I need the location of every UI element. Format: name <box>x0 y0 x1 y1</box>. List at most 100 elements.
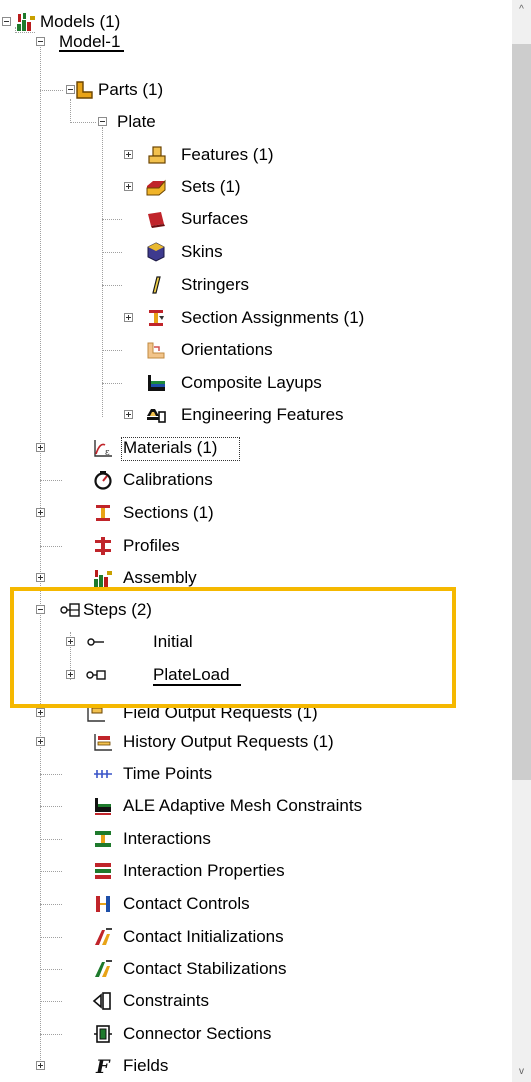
parts-icon <box>76 81 93 99</box>
expand-toggle[interactable] <box>36 708 45 717</box>
expand-toggle[interactable] <box>36 737 45 746</box>
time-points-icon <box>94 770 112 778</box>
tree-item-calibrations[interactable]: Calibrations <box>0 464 300 496</box>
tree-item-label: Interactions <box>123 829 211 848</box>
stringers-icon <box>152 276 161 294</box>
tree-item-label: Features (1) <box>181 145 274 164</box>
tree-item-label: Time Points <box>123 764 213 783</box>
collapse-toggle[interactable] <box>2 17 11 26</box>
tree-item-constraints[interactable]: Constraints <box>0 985 300 1017</box>
ale-icon <box>95 798 111 815</box>
interactions-icon <box>95 831 111 847</box>
tree-item-parts[interactable]: Parts (1) <box>0 74 220 106</box>
contact-stabilizations-icon <box>95 960 112 977</box>
expand-toggle[interactable] <box>124 150 133 159</box>
orientations-icon <box>147 342 165 359</box>
surfaces-icon <box>148 212 165 228</box>
tree-item-engineering-features[interactable]: Engineering Features <box>0 399 400 431</box>
tree-item-label: Calibrations <box>123 470 213 489</box>
tree-item-label: Composite Layups <box>181 373 322 392</box>
tree-item-label: Skins <box>181 242 223 261</box>
tree-item-label: Parts (1) <box>98 80 164 99</box>
tree-item-label: Interaction Properties <box>123 861 285 880</box>
tree-item-stringers[interactable]: Stringers <box>0 269 300 301</box>
tree-item-surfaces[interactable]: Surfaces <box>0 203 300 235</box>
connector-sections-icon <box>94 1025 112 1043</box>
tree-item-label: Plate <box>117 112 156 131</box>
tree-item-time-points[interactable]: Time Points <box>0 758 300 790</box>
tree-item-sets[interactable]: Sets (1) <box>0 171 300 203</box>
tree-item-orientations[interactable]: Orientations <box>0 334 300 366</box>
tree-item-sections[interactable]: Sections (1) <box>0 497 300 529</box>
tree-item-section-assignments[interactable]: Section Assignments (1) <box>0 302 400 334</box>
vertical-scrollbar[interactable]: ^ v <box>512 0 531 1082</box>
materials-icon: ε <box>94 440 112 458</box>
tree-item-label: History Output Requests (1) <box>123 732 334 751</box>
tree-item-label: Contact Initializations <box>123 927 284 946</box>
tree-item-plate[interactable]: Plate <box>0 106 220 138</box>
tree-item-composite-layups[interactable]: Composite Layups <box>0 367 322 399</box>
expand-toggle[interactable] <box>36 573 45 582</box>
tree-item-history-output-requests[interactable]: History Output Requests (1) <box>0 726 400 758</box>
interaction-properties-icon <box>95 863 111 879</box>
collapse-toggle[interactable] <box>36 37 45 46</box>
tree-item-label: Stringers <box>181 275 250 294</box>
active-model-underline <box>59 50 124 52</box>
sets-icon <box>146 179 166 196</box>
tree-item-label: Sets (1) <box>181 177 241 196</box>
scroll-down-arrow-icon[interactable]: v <box>512 1062 531 1082</box>
profiles-icon <box>95 537 111 555</box>
tree-item-label: Section Assignments (1) <box>181 308 365 327</box>
model-tree: Models (1) Model-1 Parts (1) Plate Featu… <box>0 0 512 1082</box>
tree-item-label: Model-1 <box>59 32 121 51</box>
tree-item-ale-adaptive-mesh-constraints[interactable]: ALE Adaptive Mesh Constraints <box>0 790 420 822</box>
expand-toggle[interactable] <box>124 313 133 322</box>
focus-rectangle <box>121 437 240 461</box>
tree-item-label: Sections (1) <box>123 503 214 522</box>
tree-item-model-1[interactable]: Model-1 <box>0 26 220 58</box>
scroll-up-arrow-icon[interactable]: ^ <box>512 0 531 20</box>
tree-item-connector-sections[interactable]: Connector Sections <box>0 1018 320 1050</box>
tree-item-label: Engineering Features <box>181 405 344 424</box>
tree-item-fields[interactable]: F Fields <box>0 1050 300 1082</box>
tree-item-contact-controls[interactable]: Contact Controls <box>0 888 300 920</box>
tree-item-label: Constraints <box>123 991 209 1010</box>
section-assignments-icon <box>149 310 164 326</box>
tree-item-label: Contact Stabilizations <box>123 959 287 978</box>
fields-icon: F <box>95 1056 111 1077</box>
assembly-icon <box>94 570 112 587</box>
engineering-features-icon <box>147 409 166 423</box>
tree-item-label: Profiles <box>123 536 180 555</box>
sections-icon <box>96 505 110 521</box>
tree-item-contact-stabilizations[interactable]: Contact Stabilizations <box>0 953 340 985</box>
tree-item-label: Surfaces <box>181 209 249 228</box>
contact-initializations-icon <box>95 928 112 945</box>
steps-highlight-box <box>10 587 456 708</box>
contact-controls-icon <box>96 896 110 912</box>
expand-toggle[interactable] <box>36 1061 45 1070</box>
tree-item-label: Orientations <box>181 340 273 359</box>
tree-item-label: ALE Adaptive Mesh Constraints <box>123 796 363 815</box>
tree-item-profiles[interactable]: Profiles <box>0 530 300 562</box>
tree-item-features[interactable]: Features (1) <box>0 139 300 171</box>
tree-item-interaction-properties[interactable]: Interaction Properties <box>0 855 340 887</box>
svg-text:F: F <box>95 1056 111 1077</box>
tree-item-label: Contact Controls <box>123 894 250 913</box>
constraints-icon <box>92 992 111 1010</box>
tree-item-label: Connector Sections <box>123 1024 272 1043</box>
expand-toggle[interactable] <box>36 508 45 517</box>
tree-item-contact-initializations[interactable]: Contact Initializations <box>0 921 340 953</box>
expand-toggle[interactable] <box>36 443 45 452</box>
history-output-icon <box>94 734 112 751</box>
features-icon <box>148 146 166 164</box>
composite-layups-icon <box>148 375 165 391</box>
skins-icon <box>147 242 165 262</box>
tree-item-label: Fields <box>123 1056 169 1075</box>
collapse-toggle[interactable] <box>98 117 107 126</box>
expand-toggle[interactable] <box>124 410 133 419</box>
expand-toggle[interactable] <box>124 182 133 191</box>
tree-item-interactions[interactable]: Interactions <box>0 823 300 855</box>
tree-item-skins[interactable]: Skins <box>0 236 300 268</box>
svg-text:ε: ε <box>105 448 110 458</box>
scrollbar-thumb[interactable] <box>512 44 531 780</box>
